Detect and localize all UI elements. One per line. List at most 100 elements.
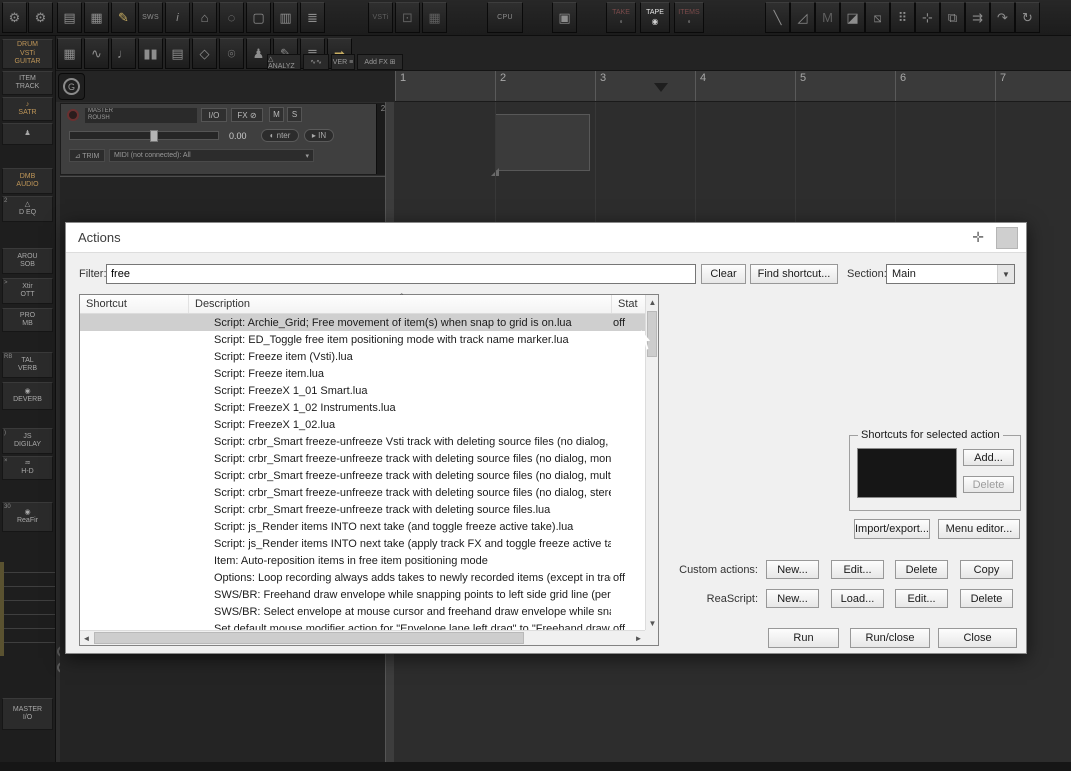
save-icon[interactable]: ▤ [57,2,82,33]
pencil-icon[interactable]: ✎ [111,2,136,33]
routing-grid-icon[interactable]: ▦ [422,2,447,33]
reascript-load-button[interactable]: Load... [831,589,884,608]
input-button[interactable]: ▸ IN [304,129,334,142]
reascript-new-button[interactable]: New... [766,589,819,608]
sws-icon[interactable]: SWS [138,2,163,33]
fx-deverb[interactable]: ◉ DEVERB [2,382,53,410]
tape-button[interactable]: TAPE ◉ [640,2,670,33]
custom-copy-button[interactable]: Copy [960,560,1013,579]
search-icon[interactable]: ◌ [219,2,244,33]
action-row[interactable]: Script: Freeze item (Vsti).lua [80,348,645,365]
fx-drum-guitar[interactable]: DRUM VSTi GUITAR [2,39,53,69]
clear-button[interactable]: Clear [701,264,746,284]
piano-keys-icon[interactable]: ▤ [165,38,190,69]
custom-edit-button[interactable]: Edit... [831,560,884,579]
find-shortcut-button[interactable]: Find shortcut... [750,264,838,284]
guitar-icon[interactable]: ♩ [111,38,136,69]
trim-button[interactable]: ⊿ TRIM [69,149,105,162]
dock-button[interactable] [996,227,1018,249]
fader-handle[interactable] [150,130,158,142]
column-shortcut[interactable]: Shortcut [80,295,188,313]
import-export-button[interactable]: Import/export... [854,519,930,539]
solo-button[interactable]: S [287,107,302,122]
sync-icon[interactable]: ↻ [1015,2,1040,33]
loop-icon[interactable]: ↷ [990,2,1015,33]
marker-m2-icon[interactable]: ◪ [840,2,865,33]
record-arm-knob[interactable] [67,109,79,121]
action-row[interactable]: Script: js_Render items INTO next take (… [80,535,645,552]
duplicate-icon[interactable]: ⧉ [940,2,965,33]
tempo-wave-icon[interactable]: ∿ [84,38,109,69]
fx-arou-sob[interactable]: AROU SOB [2,248,53,274]
marker-m-icon[interactable]: M [815,2,840,33]
custom-delete-button[interactable]: Delete [895,560,948,579]
action-row[interactable]: Script: FreezeX 1_02.lua [80,416,645,433]
fx-ott[interactable]: Xtir OTT > [2,278,53,304]
io-button[interactable]: I/O [201,108,227,122]
fx-js-digilay[interactable]: JS DIGILAY) [2,428,53,454]
action-row[interactable]: Script: crbr_Smart freeze-unfreeze track… [80,484,645,501]
scroll-up-icon[interactable]: ▲ [646,295,659,309]
ruler-mark[interactable]: 2 [495,71,595,101]
horizontal-scrollbar[interactable]: ◄ ► [80,630,645,645]
crosshair-icon[interactable]: ⊹ [915,2,940,33]
scroll-down-icon[interactable]: ▼ [646,616,659,630]
midi-input-selector[interactable]: MIDI (not connected): All ▾ [109,149,314,162]
drum-machine-icon[interactable]: ▦ [57,38,82,69]
action-row[interactable]: Script: Archie_Grid; Free movement of it… [80,314,645,331]
action-row[interactable]: Script: crbr_Smart freeze-unfreeze track… [80,501,645,518]
reascript-delete-button[interactable]: Delete [960,589,1013,608]
meter-bars-icon[interactable]: ▮▮ [138,38,163,69]
action-row[interactable]: Script: Freeze item.lua [80,365,645,382]
vertical-scroll-thumb[interactable] [647,311,657,357]
fx-hd[interactable]: ♒ H-D × [2,456,53,480]
ruler-mark[interactable]: 5 [795,71,895,101]
action-row[interactable]: Script: crbr_Smart freeze-unfreeze Vsti … [80,433,645,450]
analyze-button[interactable]: △ ANALYZ [267,54,301,70]
grid-dots-icon[interactable]: ⠿ [890,2,915,33]
fx-button[interactable]: FX ⊘ [231,108,263,122]
run-button[interactable]: Run [768,628,839,648]
action-row[interactable]: Script: crbr_Smart freeze-unfreeze track… [80,467,645,484]
scroll-left-icon[interactable]: ◄ [80,631,93,646]
ruler-mark[interactable]: 4 [695,71,795,101]
slope-edit-icon[interactable]: ◿ [790,2,815,33]
fx-artist[interactable]: ♟ [2,123,53,145]
volume-fader[interactable] [69,130,219,142]
action-row[interactable]: Script: FreezeX 1_01 Smart.lua [80,382,645,399]
docker-icon[interactable]: ▥ [273,2,298,33]
master-io-tile[interactable]: MASTER I/O [2,698,53,730]
trash-icon[interactable]: ▦ [84,2,109,33]
razor-edit-icon[interactable]: ╲ [765,2,790,33]
gear-icon[interactable]: ⚙ [28,2,53,33]
action-row[interactable]: Set default mouse modifier action for "E… [80,620,645,631]
ruler-mark[interactable]: 3 [595,71,695,101]
home-icon[interactable]: ⌂ [192,2,217,33]
add-shortcut-button[interactable]: Add... [963,449,1014,466]
delete-shortcut-button[interactable]: Delete [963,476,1014,493]
action-row[interactable]: Script: crbr_Smart freeze-unfreeze track… [80,450,645,467]
fx-pro-mb[interactable]: PRO MB [2,308,53,332]
action-row[interactable]: SWS/BR: Freehand draw envelope while sna… [80,586,645,603]
fx-dmb-audio[interactable]: DMB AUDIO [2,168,53,194]
info-icon[interactable]: i [165,2,190,33]
actions-titlebar[interactable]: Actions ✛ [66,223,1026,253]
column-description[interactable]: Description ˆ [188,293,611,313]
action-list-header[interactable]: Shortcut Description ˆ Stat [80,293,645,314]
action-row[interactable]: Options: Loop recording always adds take… [80,569,645,586]
mouse-modifier-icon[interactable]: ⚙ [2,2,27,33]
global-automation-button[interactable]: G [58,73,85,100]
screenset-icon[interactable]: ▢ [246,2,271,33]
arrange-area[interactable] [395,102,1071,222]
ver-button[interactable]: VER ≡ [331,54,355,70]
fx-item-track[interactable]: ITEM TRACK [2,71,53,95]
ruler-mark[interactable]: 1 [395,71,495,101]
timeline-ruler[interactable]: 1 2 3 4 5 6 7 [395,71,1071,102]
close-button[interactable]: Close [938,628,1017,648]
master-track-name[interactable]: MASTER ROUSH [85,108,197,123]
menu-editor-button[interactable]: Menu editor... [938,519,1020,539]
reascript-edit-button[interactable]: Edit... [895,589,948,608]
scroll-right-icon[interactable]: ► [632,631,645,646]
section-dropdown[interactable]: Main ▼ [886,264,1015,284]
ruler-mark[interactable]: 7 [995,71,1071,101]
